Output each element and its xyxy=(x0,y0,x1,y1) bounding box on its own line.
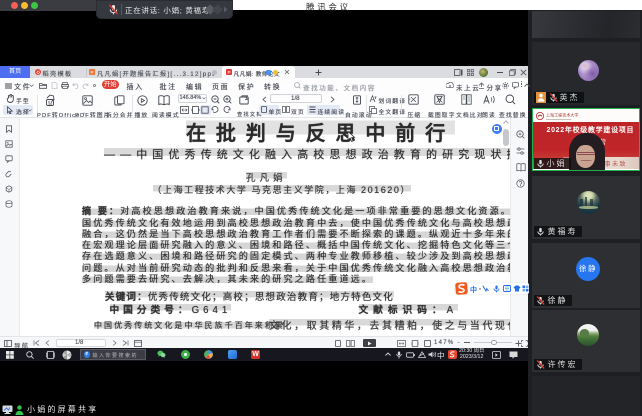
svg-text:P: P xyxy=(90,70,93,75)
svg-text:P: P xyxy=(227,70,230,75)
